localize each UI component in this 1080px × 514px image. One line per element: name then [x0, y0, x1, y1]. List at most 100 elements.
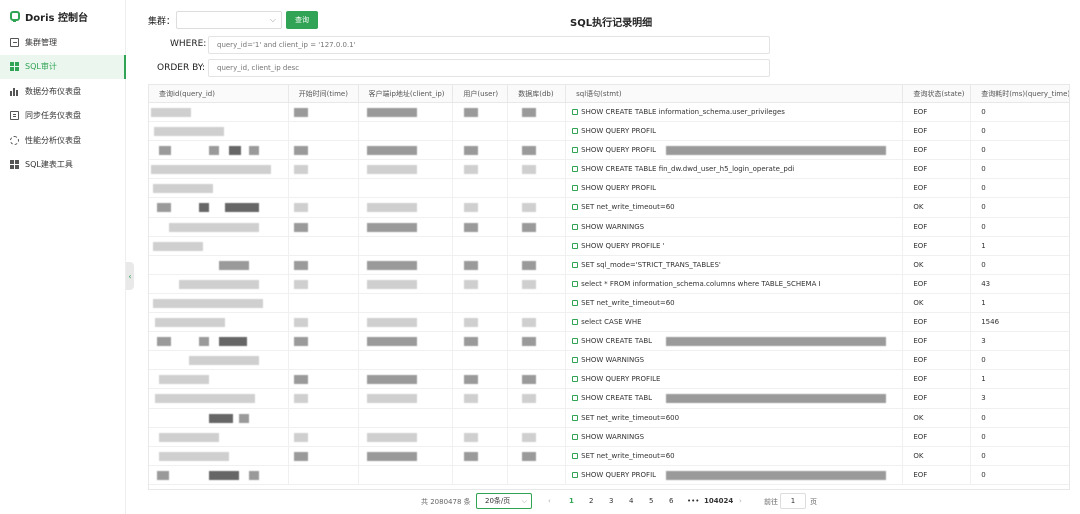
column-header-client-ip[interactable]: 客户端ip地址(client_ip) [359, 85, 454, 102]
redacted-value [464, 279, 479, 289]
table-row[interactable]: SHOW WARNINGS EOF 0 [149, 427, 1069, 447]
table-row[interactable]: SHOW CREATE TABL EOF 3 [149, 332, 1069, 352]
copy-icon[interactable] [572, 204, 579, 211]
copy-icon[interactable] [572, 395, 579, 402]
more-pages-ellipsis[interactable]: ••• [687, 497, 699, 505]
copy-icon[interactable] [572, 147, 579, 154]
copy-icon[interactable] [572, 452, 579, 459]
copy-icon[interactable] [572, 166, 579, 173]
redacted-value [151, 165, 271, 175]
column-header-time[interactable]: 开始时间(time) [289, 85, 359, 102]
cell-stmt[interactable]: SHOW QUERY PROFILE ' [566, 236, 904, 255]
copy-icon[interactable] [572, 128, 579, 135]
cell-stmt[interactable]: SHOW WARNINGS [566, 427, 904, 446]
cell-stmt[interactable]: SHOW CREATE TABLE fin_dw.dwd_user_h5_log… [566, 160, 904, 179]
copy-icon[interactable] [572, 376, 579, 383]
table-row[interactable]: SHOW QUERY PROFILE ' EOF 1 [149, 236, 1069, 256]
copy-icon[interactable] [572, 414, 579, 421]
table-row[interactable]: SHOW QUERY PROFILE EOF 1 [149, 370, 1069, 390]
table-row[interactable]: SHOW QUERY PROFIL EOF 0 [149, 141, 1069, 161]
copy-icon[interactable] [572, 242, 579, 249]
query-button[interactable]: 查询 [286, 11, 318, 29]
cell-stmt[interactable]: SHOW QUERY PROFIL [566, 179, 904, 198]
where-input[interactable] [208, 36, 770, 54]
table-row[interactable]: SHOW WARNINGS EOF 0 [149, 217, 1069, 237]
copy-icon[interactable] [572, 109, 579, 115]
page-6-button[interactable]: 6 [669, 497, 673, 505]
page-5-button[interactable]: 5 [649, 497, 653, 505]
column-header-query-time[interactable]: 查询耗时(ms)(query_time) [971, 85, 1069, 102]
sidebar-item-sql-audit[interactable]: SQL审计 [0, 54, 126, 79]
table-row[interactable]: SET net_write_timeout=60 OK 0 [149, 446, 1069, 466]
copy-icon[interactable] [572, 433, 579, 440]
cell-query-id [149, 293, 289, 313]
cell-stmt[interactable]: SET net_write_timeout=60 [566, 198, 904, 217]
copy-icon[interactable] [572, 299, 579, 306]
copy-icon[interactable] [572, 261, 579, 268]
table-row[interactable]: SHOW CREATE TABL EOF 3 [149, 389, 1069, 409]
cell-stmt[interactable]: SHOW WARNINGS [566, 351, 904, 370]
cell-stmt[interactable]: select * FROM information_schema.columns… [566, 274, 904, 293]
copy-icon[interactable] [572, 357, 579, 364]
sidebar-item-performance[interactable]: 性能分析仪表盘 [0, 128, 126, 153]
sidebar-collapse-toggle[interactable]: ‹ [126, 262, 134, 290]
sidebar-item-sync-tasks[interactable]: 同步任务仪表盘 [0, 104, 126, 129]
cell-stmt[interactable]: SET sql_mode='STRICT_TRANS_TABLES' [566, 255, 904, 274]
cell-user [453, 198, 509, 217]
order-by-input[interactable] [208, 59, 770, 77]
column-header-query-id[interactable]: 查询id(query_id) [149, 85, 289, 102]
copy-icon[interactable] [572, 280, 579, 287]
page-3-button[interactable]: 3 [609, 497, 613, 505]
document-icon [10, 111, 19, 121]
page-1-button[interactable]: 1 [569, 497, 574, 505]
next-page-button[interactable]: › [739, 497, 742, 505]
table-row[interactable]: select * FROM information_schema.columns… [149, 274, 1069, 294]
cell-stmt[interactable]: SHOW CREATE TABLE information_schema.use… [566, 103, 904, 122]
last-page-button[interactable]: 104024 [704, 497, 733, 505]
page-2-button[interactable]: 2 [589, 497, 593, 505]
table-row[interactable]: SHOW CREATE TABLE information_schema.use… [149, 103, 1069, 123]
column-header-state[interactable]: 查询状态(state) [903, 85, 972, 102]
cell-stmt[interactable]: select CASE WHE [566, 313, 904, 332]
column-header-db[interactable]: 数据库(db) [508, 85, 567, 102]
copy-icon[interactable] [572, 338, 579, 345]
cell-stmt[interactable]: SET net_write_timeout=60 [566, 293, 904, 313]
sidebar-item-sql-table-tool[interactable]: SQL建表工具 [0, 153, 126, 178]
redacted-value [522, 318, 537, 328]
page-size-select[interactable]: 20条/页 ⌵ [476, 493, 532, 509]
table-row[interactable]: SHOW QUERY PROFIL EOF 0 [149, 122, 1069, 142]
cell-stmt[interactable]: SHOW QUERY PROFIL [566, 465, 904, 484]
goto-page-input[interactable]: 1 [780, 493, 806, 509]
copy-icon[interactable] [572, 223, 579, 230]
cell-stmt[interactable]: SHOW CREATE TABL [566, 332, 904, 351]
table-row[interactable]: select CASE WHE EOF 1546 [149, 313, 1069, 333]
table-row[interactable]: SHOW CREATE TABLE fin_dw.dwd_user_h5_log… [149, 160, 1069, 180]
cell-stmt[interactable]: SET net_write_timeout=600 [566, 408, 904, 427]
table-row[interactable]: SHOW QUERY PROFIL EOF 0 [149, 179, 1069, 199]
cluster-select[interactable]: ⌵ [176, 11, 282, 29]
copy-icon[interactable] [572, 471, 579, 478]
cell-stmt[interactable]: SET net_write_timeout=60 [566, 446, 904, 465]
sidebar-item-data-distribution[interactable]: 数据分布仪表盘 [0, 79, 126, 104]
cell-stmt[interactable]: SHOW QUERY PROFIL [566, 122, 904, 141]
copy-icon[interactable] [572, 319, 579, 326]
table-row[interactable]: SET sql_mode='STRICT_TRANS_TABLES' OK 0 [149, 255, 1069, 275]
column-header-stmt[interactable]: sql语句(stmt) [566, 85, 904, 102]
cell-stmt[interactable]: SHOW WARNINGS [566, 217, 904, 236]
table-row[interactable]: SHOW QUERY PROFIL EOF 0 [149, 465, 1069, 485]
copy-icon[interactable] [572, 185, 579, 192]
table-row[interactable]: SET net_write_timeout=600 OK 0 [149, 408, 1069, 428]
table-row[interactable]: SHOW WARNINGS EOF 0 [149, 351, 1069, 371]
sidebar-item-cluster-management[interactable]: 集群管理 [0, 30, 126, 55]
cell-query-time: 0 [981, 108, 986, 116]
cell-stmt[interactable]: SHOW QUERY PROFIL [566, 141, 904, 160]
table-row[interactable]: SET net_write_timeout=60 OK 1 [149, 293, 1069, 314]
cell-stmt[interactable]: SHOW QUERY PROFILE [566, 370, 904, 389]
prev-page-button[interactable]: ‹ [548, 497, 551, 505]
column-header-user[interactable]: 用户(user) [453, 85, 509, 102]
cell-query-id [149, 446, 289, 465]
app-logo[interactable]: Doris 控制台 [10, 9, 88, 24]
cell-stmt[interactable]: SHOW CREATE TABL [566, 389, 904, 408]
page-4-button[interactable]: 4 [629, 497, 633, 505]
table-row[interactable]: SET net_write_timeout=60 OK 0 [149, 198, 1069, 218]
